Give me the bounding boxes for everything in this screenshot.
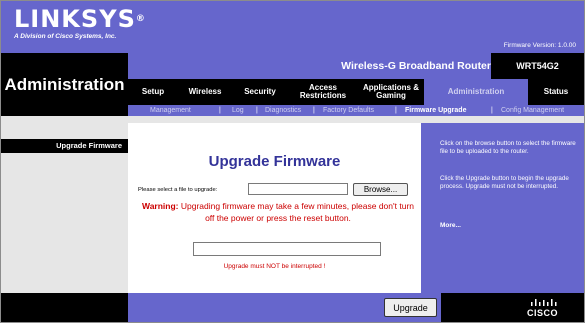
help-text-upgrade: Click the Upgrade button to begin the up… xyxy=(440,175,569,190)
warning-text: Upgrading firmware may take a few minute… xyxy=(180,201,414,223)
firmware-version: Firmware Version: 1.0.00 xyxy=(503,42,576,49)
subtab-log[interactable]: Log xyxy=(232,105,244,116)
help-text-browse: Click on the browse button to select the… xyxy=(440,140,576,155)
browse-button[interactable]: Browse... xyxy=(353,183,408,196)
subtab-factory-defaults[interactable]: Factory Defaults xyxy=(323,105,374,116)
help-more-link[interactable]: More... xyxy=(440,222,461,229)
cisco-logo: CISCO xyxy=(527,308,559,318)
product-name: Wireless-G Broadband Router xyxy=(341,60,491,72)
tab-access-restrictions[interactable]: Access Restrictions xyxy=(288,79,358,105)
model-number: WRT54G2 xyxy=(491,53,584,79)
section-label: Upgrade Firmware xyxy=(56,141,122,150)
page-title: Administration xyxy=(4,75,125,94)
subtab-firmware-upgrade[interactable]: Firmware Upgrade xyxy=(405,105,466,116)
warning-message: Warning: Upgrading firmware may take a f… xyxy=(138,200,418,224)
tab-security[interactable]: Security xyxy=(232,79,288,105)
upgrade-progress-box xyxy=(193,242,381,256)
tab-status[interactable]: Status xyxy=(528,79,584,105)
router-admin-page: LINKSYS® A Division of Cisco Systems, In… xyxy=(0,0,585,323)
upgrade-button[interactable]: Upgrade xyxy=(384,298,437,317)
subnav-separator: | xyxy=(395,107,397,114)
footer-left xyxy=(1,293,128,322)
tab-administration[interactable]: Administration xyxy=(424,79,528,105)
tab-applications-gaming[interactable]: Applications & Gaming xyxy=(358,79,424,105)
tab-wireless[interactable]: Wireless xyxy=(178,79,232,105)
interrupt-notice: Upgrade must NOT be interrupted ! xyxy=(223,263,326,270)
divider-strip xyxy=(1,116,584,123)
subnav-separator: | xyxy=(256,107,258,114)
cisco-bars-icon xyxy=(531,299,557,306)
subtab-management[interactable]: Management xyxy=(150,105,191,116)
upgrade-heading: Upgrade Firmware xyxy=(208,153,341,170)
footer-right xyxy=(441,293,584,322)
tab-setup[interactable]: Setup xyxy=(128,79,178,105)
warning-prefix: Warning: xyxy=(141,201,179,211)
subtab-diagnostics[interactable]: Diagnostics xyxy=(265,105,301,116)
logo-tagline: A Division of Cisco Systems, Inc. xyxy=(14,33,117,40)
subtab-config-management[interactable]: Config Management xyxy=(501,105,564,116)
subnav-separator: | xyxy=(313,107,315,114)
subnav-separator: | xyxy=(491,107,493,114)
linksys-logo: LINKSYS® xyxy=(14,5,146,33)
file-select-label: Please select a file to upgrade: xyxy=(138,187,218,193)
subnav-separator: | xyxy=(219,107,221,114)
firmware-file-input[interactable] xyxy=(248,183,348,195)
